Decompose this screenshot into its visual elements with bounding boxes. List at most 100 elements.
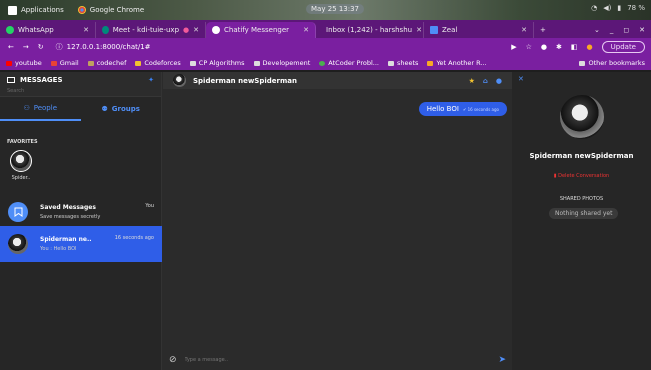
sidepanel-icon[interactable]: ◧ xyxy=(571,43,578,51)
message-input[interactable] xyxy=(184,357,499,363)
favorites-label: FAVORITES xyxy=(7,139,38,145)
bookmark-label: Yet Another R... xyxy=(436,59,487,67)
bookmark-star-icon[interactable]: ☆ xyxy=(526,43,532,51)
folder-icon xyxy=(253,60,260,66)
minimize-icon[interactable]: _ xyxy=(610,26,614,34)
tab-search-icon[interactable]: ⌄ xyxy=(594,26,600,34)
folder-icon xyxy=(388,60,394,66)
attachment-icon[interactable]: ⊘ xyxy=(169,355,177,365)
sidebar-header: MESSAGES ✦ xyxy=(0,72,161,88)
back-arrow-icon[interactable]: ← xyxy=(8,43,14,51)
messages-sidebar: MESSAGES ✦ Search ⚇ People ⚉ Groups FAVO… xyxy=(0,72,162,370)
cast-icon[interactable]: ▶ xyxy=(511,43,516,51)
system-tray[interactable]: ◔ ◀) ▮ 78 % xyxy=(591,4,645,12)
extension-icon[interactable]: ● xyxy=(541,43,547,51)
bookmark-icon xyxy=(8,202,28,222)
conversation-item-spiderman[interactable]: Spiderman ne.. You : Hello BOI 16 second… xyxy=(0,226,162,262)
search-input[interactable]: Search xyxy=(0,88,161,97)
favorite-item[interactable]: Spider.. xyxy=(7,150,35,181)
group-icon: ⚉ xyxy=(101,105,108,113)
tab-whatsapp[interactable]: WhatsApp ✕ xyxy=(0,22,96,38)
tab-gmail[interactable]: Inbox (1,242) - harshshu ✕ xyxy=(316,22,424,38)
codechef-icon xyxy=(87,60,94,66)
url-field[interactable]: ⓘ 127.0.0.1:8000/chat/1# xyxy=(56,42,151,52)
sidebar-tabs: ⚇ People ⚉ Groups xyxy=(0,97,161,121)
bookmarks-bar: youtube Gmail codechef Codeforces CP Alg… xyxy=(0,56,651,70)
folder-icon xyxy=(189,60,196,66)
info-icon[interactable]: ● xyxy=(496,77,502,85)
bookmark-developement[interactable]: Developement xyxy=(253,59,311,67)
bookmark-label: AtCoder Probl... xyxy=(328,59,379,67)
bookmark-gmail[interactable]: Gmail xyxy=(50,59,79,67)
home-icon[interactable]: ⌂ xyxy=(483,77,488,85)
saved-messages-item[interactable]: Saved Messages Save messages secretly Yo… xyxy=(0,194,162,230)
bookmark-codechef[interactable]: codechef xyxy=(87,59,127,67)
url-text: 127.0.0.1:8000/chat/1# xyxy=(66,43,151,51)
window-controls: ⌄ _ ◻ ✕ xyxy=(594,22,651,38)
conversation-time: 16 seconds ago xyxy=(114,235,154,241)
maximize-icon[interactable]: ◻ xyxy=(623,26,629,34)
conversation-time: You xyxy=(145,203,154,209)
close-icon[interactable]: ✕ xyxy=(521,26,527,34)
tab-people[interactable]: ⚇ People xyxy=(0,97,81,121)
new-tab-button[interactable]: + xyxy=(534,22,552,38)
tab-zeal[interactable]: Zeal ✕ xyxy=(424,22,534,38)
applications-menu[interactable]: Applications xyxy=(8,5,64,15)
message-bubble[interactable]: Hello BOI ✔ 16 seconds ago xyxy=(418,102,507,116)
bookmark-cp-algorithms[interactable]: CP Algorithms xyxy=(189,59,245,67)
other-bookmarks[interactable]: Other bookmarks xyxy=(579,59,651,67)
compose-bar: ⊘ ➤ xyxy=(163,350,512,370)
volume-icon: ◀) xyxy=(603,4,612,12)
close-icon[interactable]: ✕ xyxy=(193,26,199,34)
profile-icon[interactable]: ● xyxy=(587,43,593,51)
close-icon[interactable]: ✕ xyxy=(518,75,524,83)
message-text: Hello BOI xyxy=(426,105,459,113)
gear-icon[interactable]: ✦ xyxy=(148,76,154,84)
address-bar: ← → ↻ ⓘ 127.0.0.1:8000/chat/1# ▶ ☆ ● ✱ ◧… xyxy=(0,38,651,56)
reload-icon[interactable]: ↻ xyxy=(38,43,44,51)
zeal-icon xyxy=(430,26,438,34)
avatar xyxy=(10,150,32,172)
bookmark-label: Developement xyxy=(262,59,311,67)
apps-grid-icon xyxy=(8,5,17,15)
tab-label: Zeal xyxy=(442,26,458,34)
contact-name: Spiderman newSpiderman xyxy=(529,152,634,160)
conversation-name: Saved Messages xyxy=(40,204,96,211)
nothing-shared-badge: Nothing shared yet xyxy=(549,208,619,219)
tab-meet[interactable]: Meet - kdi-tuie-uxp ● ✕ xyxy=(96,22,206,38)
avatar xyxy=(8,234,28,254)
bookmark-label: Gmail xyxy=(59,59,79,67)
clock[interactable]: May 25 13:37 xyxy=(306,4,365,14)
forward-arrow-icon[interactable]: → xyxy=(23,43,29,51)
puzzle-icon[interactable]: ✱ xyxy=(556,43,562,51)
send-icon[interactable]: ➤ xyxy=(498,355,506,365)
star-icon[interactable]: ★ xyxy=(469,77,475,85)
bookmark-yet-another[interactable]: Yet Another R... xyxy=(427,59,487,67)
screen: Applications Google Chrome May 25 13:37 … xyxy=(0,0,651,370)
shared-photos-label: SHARED PHOTOS xyxy=(559,196,604,202)
bookmark-label: codechef xyxy=(96,59,127,67)
contact-name: Spiderman newSpiderman xyxy=(193,76,297,85)
bookmark-sheets[interactable]: sheets xyxy=(388,59,418,67)
person-icon: ⚇ xyxy=(23,104,30,112)
tab-groups[interactable]: ⚉ Groups xyxy=(81,97,162,121)
update-button[interactable]: Update xyxy=(601,41,645,53)
bookmark-atcoder[interactable]: AtCoder Probl... xyxy=(319,59,379,67)
bookmark-label: sheets xyxy=(397,59,419,67)
close-icon[interactable]: ✕ xyxy=(303,26,309,34)
close-icon[interactable]: ✕ xyxy=(416,26,422,34)
bookmark-youtube[interactable]: youtube xyxy=(6,59,42,67)
tab-groups-label: Groups xyxy=(111,105,140,113)
chatify-icon xyxy=(212,26,220,34)
message-status: ✔ 16 seconds ago xyxy=(462,106,499,112)
os-top-bar: Applications Google Chrome May 25 13:37 … xyxy=(0,0,651,20)
tab-label: WhatsApp xyxy=(18,26,54,34)
tab-chatify[interactable]: Chatify Messenger ✕ xyxy=(206,22,316,38)
browser-tab-bar: WhatsApp ✕ Meet - kdi-tuie-uxp ● ✕ Chati… xyxy=(0,20,651,38)
close-icon[interactable]: ✕ xyxy=(83,26,89,34)
close-window-icon[interactable]: ✕ xyxy=(639,26,645,34)
delete-conversation-button[interactable]: ▮ Delete Conversation xyxy=(512,173,651,179)
bookmark-codeforces[interactable]: Codeforces xyxy=(135,59,181,67)
tab-people-label: People xyxy=(33,104,58,112)
chrome-indicator[interactable]: Google Chrome xyxy=(77,6,144,14)
